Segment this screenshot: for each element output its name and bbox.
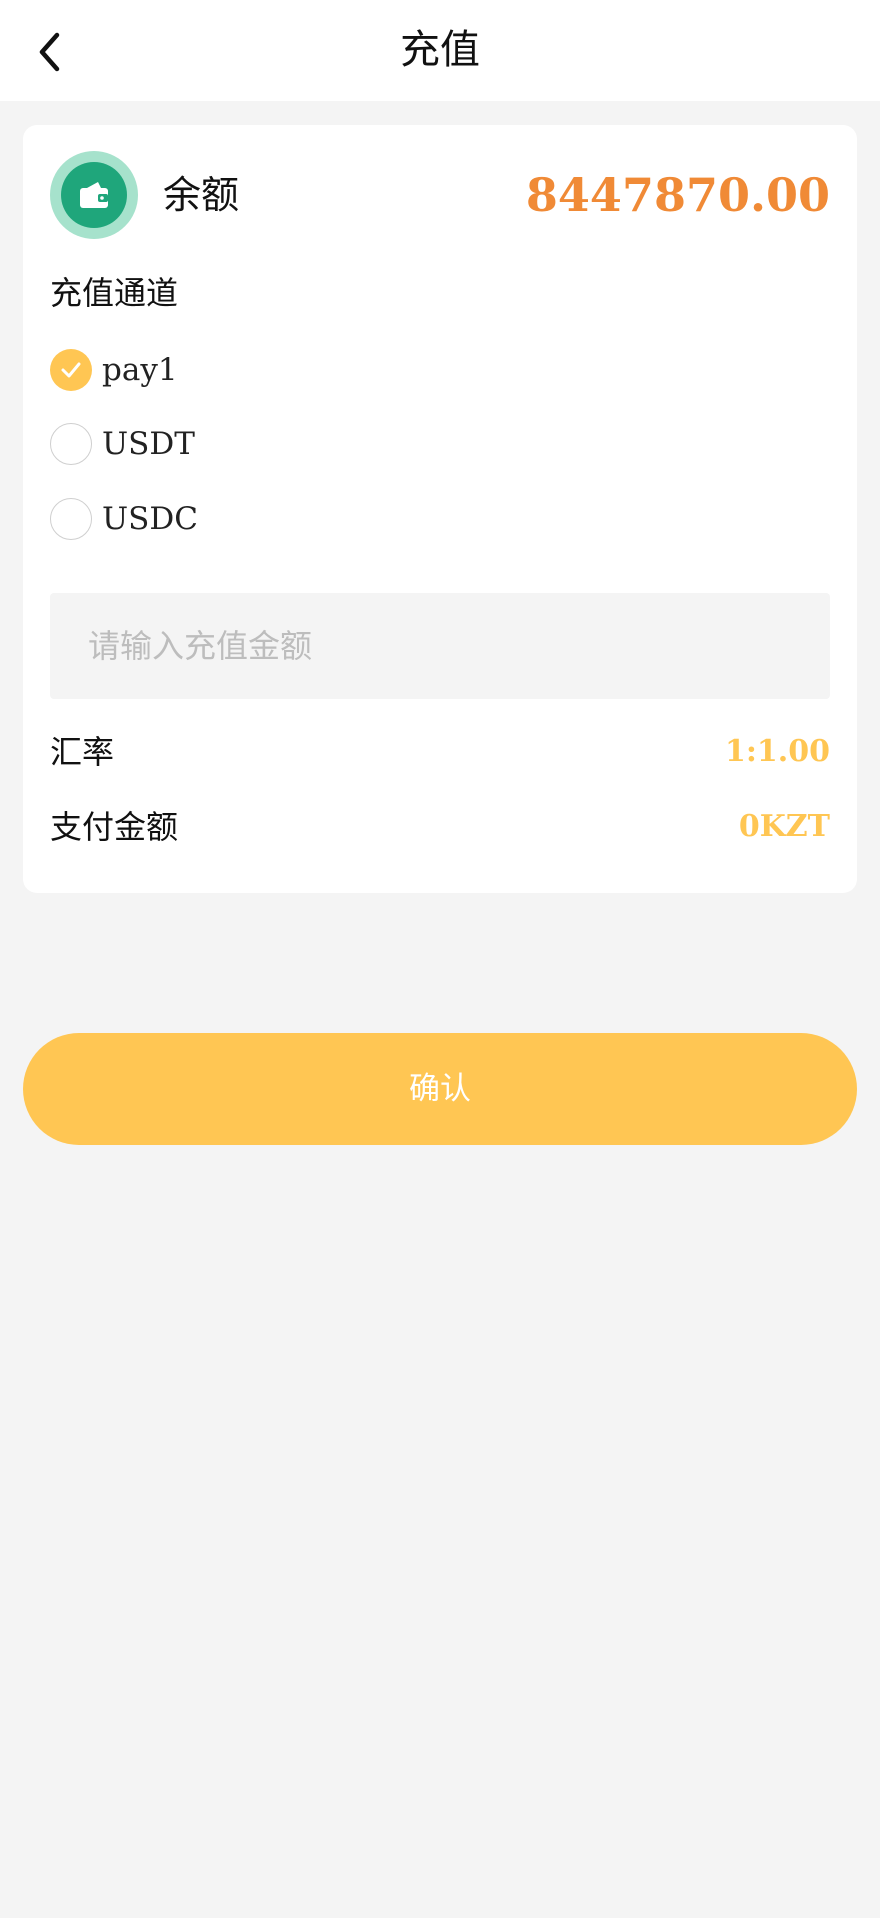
channel-option-usdt[interactable]: USDT bbox=[50, 422, 195, 466]
balance-value: 8447870.00 bbox=[525, 168, 830, 222]
radio-checked-icon[interactable] bbox=[50, 349, 92, 391]
exchange-rate-row: 汇率 1:1.00 bbox=[50, 730, 830, 774]
exchange-rate-value: 1:1.00 bbox=[724, 734, 830, 769]
checkmark-icon bbox=[61, 362, 81, 378]
radio-unchecked-icon[interactable] bbox=[50, 423, 92, 465]
recharge-amount-input[interactable] bbox=[50, 593, 830, 699]
top-bar: 充值 bbox=[0, 0, 880, 101]
channel-label: USDT bbox=[102, 426, 195, 462]
exchange-rate-label: 汇率 bbox=[50, 733, 115, 771]
channel-label: pay1 bbox=[102, 352, 178, 388]
recharge-card: 余额 8447870.00 充值通道 pay1 USDT USDC 汇率 1:1… bbox=[23, 125, 857, 893]
confirm-button[interactable]: 确认 bbox=[23, 1033, 857, 1145]
pay-amount-row: 支付金额 0KZT bbox=[50, 805, 830, 849]
radio-unchecked-icon[interactable] bbox=[50, 498, 92, 540]
wallet-icon bbox=[80, 182, 108, 208]
wallet-badge bbox=[50, 151, 138, 239]
pay-amount-label: 支付金额 bbox=[50, 808, 179, 846]
channel-section-title: 充值通道 bbox=[50, 274, 179, 312]
balance-label: 余额 bbox=[163, 173, 240, 217]
page-title: 充值 bbox=[400, 27, 480, 73]
channel-label: USDC bbox=[102, 501, 198, 537]
channel-option-usdc[interactable]: USDC bbox=[50, 497, 198, 541]
balance-row: 余额 8447870.00 bbox=[50, 151, 830, 239]
pay-amount-value: 0KZT bbox=[738, 809, 830, 844]
channel-option-pay1[interactable]: pay1 bbox=[50, 348, 178, 392]
amount-input-box bbox=[50, 593, 830, 699]
